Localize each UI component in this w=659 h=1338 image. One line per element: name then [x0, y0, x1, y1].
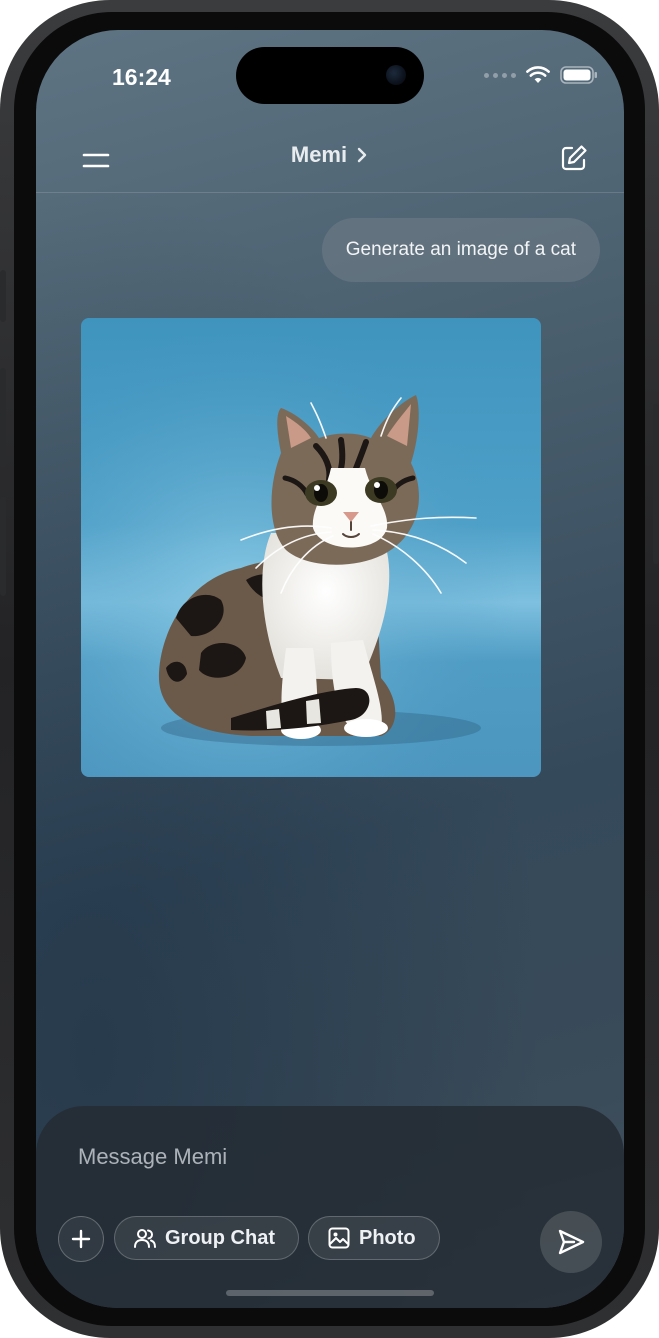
volume-up-button	[0, 368, 6, 468]
send-button[interactable]	[540, 1211, 602, 1273]
home-indicator[interactable]	[226, 1290, 434, 1296]
group-chat-button[interactable]: Group Chat	[114, 1216, 299, 1260]
wifi-icon	[526, 66, 550, 83]
people-icon	[134, 1229, 156, 1248]
new-chat-button[interactable]	[558, 142, 590, 174]
phone-frame: 16:24 Memi Generate an image of a cat Me…	[0, 0, 659, 1338]
camera-icon	[386, 65, 406, 85]
photo-button[interactable]: Photo	[308, 1216, 440, 1260]
battery-icon	[560, 66, 597, 84]
message-input[interactable]: Message Memi	[78, 1144, 227, 1170]
chevron-right-icon	[357, 147, 367, 163]
chat-title-button[interactable]: Memi	[36, 142, 624, 168]
generated-cat-image[interactable]	[81, 318, 541, 777]
chat-title: Memi	[290, 142, 348, 167]
action-button	[0, 270, 6, 322]
screen: 16:24 Memi Generate an image of a cat Me…	[36, 30, 624, 1308]
plus-icon	[71, 1229, 91, 1249]
dynamic-island	[236, 47, 424, 104]
compose-icon	[561, 145, 587, 171]
signal-dots-icon	[484, 72, 516, 78]
message-composer: Message Memi Group Chat Photo	[36, 1106, 624, 1308]
cat-image	[81, 318, 541, 777]
group-chat-label: Group Chat	[165, 1226, 275, 1249]
send-icon	[558, 1229, 585, 1255]
user-message-bubble: Generate an image of a cat	[321, 218, 600, 282]
image-icon	[328, 1227, 350, 1249]
chat-header: Memi	[36, 130, 624, 193]
status-icons	[484, 66, 598, 84]
add-attachment-button[interactable]	[58, 1216, 104, 1262]
volume-down-button	[0, 496, 6, 596]
status-time: 16:24	[112, 64, 171, 90]
photo-label: Photo	[359, 1226, 416, 1249]
user-message-text: Generate an image of a cat	[345, 239, 576, 260]
power-button	[653, 404, 659, 564]
